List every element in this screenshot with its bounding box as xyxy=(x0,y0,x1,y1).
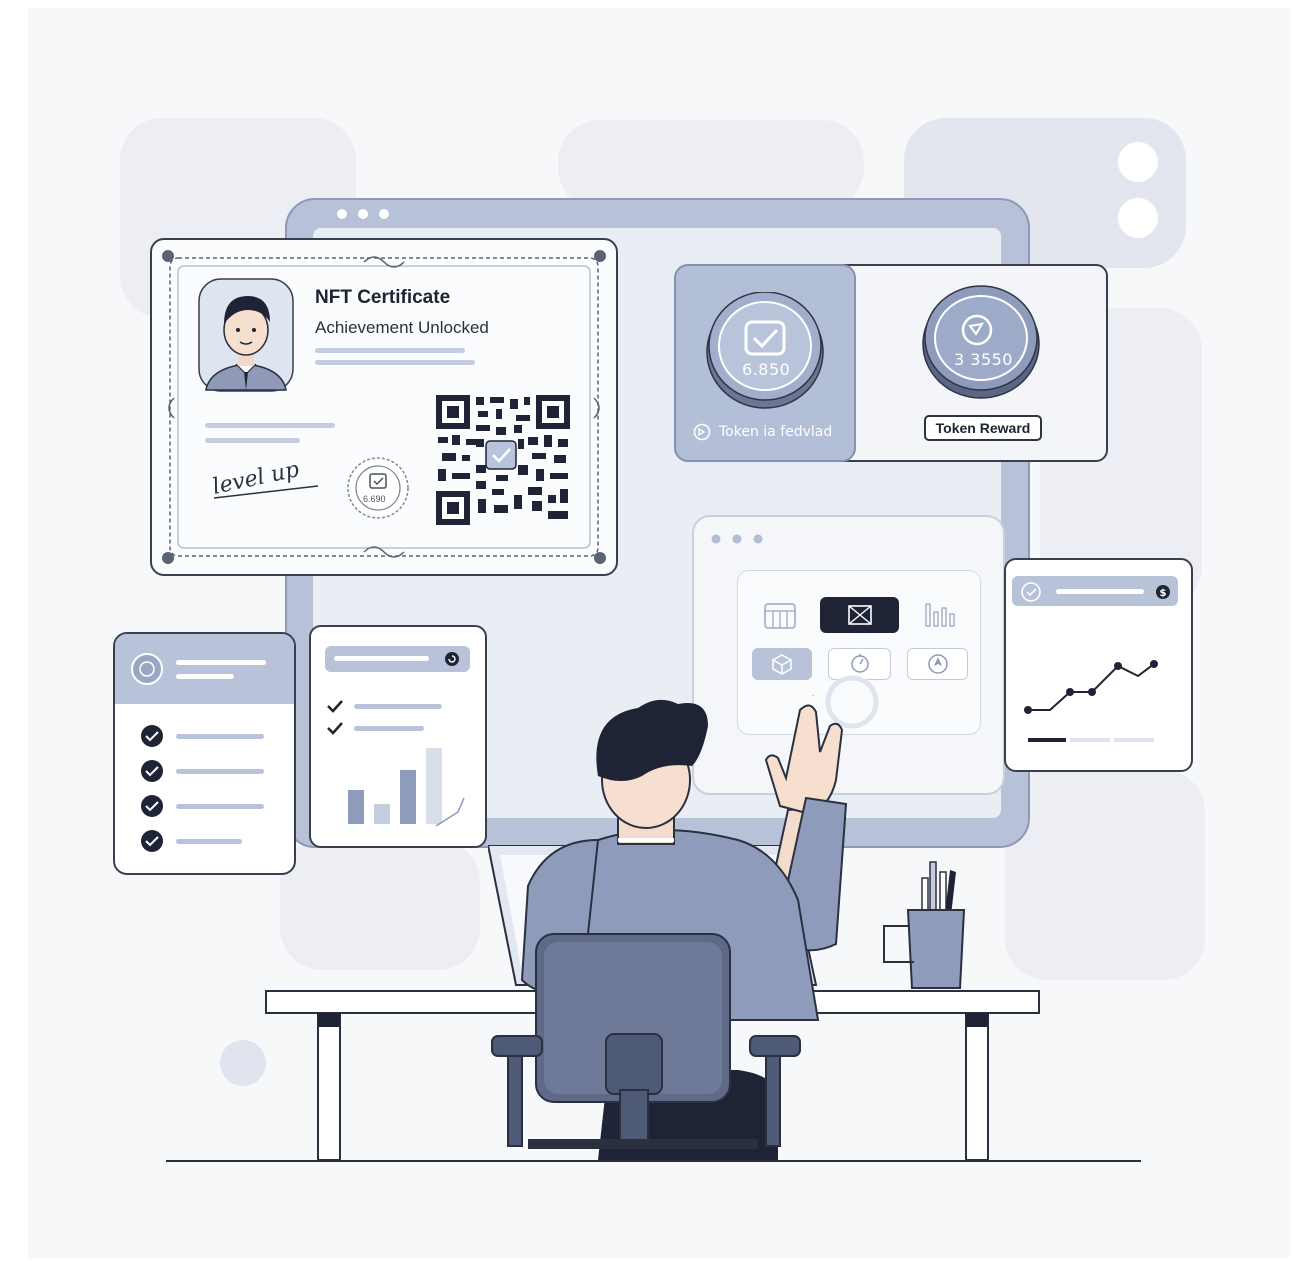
background-tile xyxy=(558,120,864,210)
office-chair xyxy=(488,930,804,1162)
compass-icon xyxy=(926,652,950,676)
certificate-subtitle: Achievement Unlocked xyxy=(315,318,489,337)
analytics-checklist xyxy=(326,698,456,742)
badge-icon xyxy=(130,652,164,686)
coin-primary-value: 6.850 xyxy=(742,360,791,379)
coin-icon xyxy=(920,282,1042,402)
seal-icon xyxy=(346,456,410,520)
seal-value: 6.690 xyxy=(363,494,386,504)
check-circle-icon xyxy=(1020,581,1042,603)
desk-leg xyxy=(965,1013,989,1161)
text-placeholder-line xyxy=(205,423,335,428)
avatar xyxy=(198,278,294,392)
cube-icon xyxy=(770,652,794,676)
text-placeholder-line xyxy=(315,360,475,365)
window-dots xyxy=(336,208,396,220)
image-icon xyxy=(846,603,874,627)
calendar-icon[interactable] xyxy=(762,600,798,630)
svg-text:$: $ xyxy=(1160,588,1167,599)
text-placeholder-line xyxy=(205,438,300,443)
text-placeholder-line xyxy=(176,660,266,665)
dollar-icon[interactable]: $ xyxy=(1155,584,1171,600)
checklist-items xyxy=(140,724,280,860)
decor-circle xyxy=(220,1040,266,1086)
refresh-icon[interactable] xyxy=(444,651,460,667)
check-circle-icon xyxy=(141,725,163,852)
decor-circle xyxy=(1118,142,1158,182)
background-tile xyxy=(1005,770,1205,980)
coin-primary-caption: Token ia fedvlad xyxy=(719,424,833,440)
signature-underline xyxy=(212,482,322,502)
background-tile xyxy=(280,840,480,970)
window-dots xyxy=(710,533,770,545)
checkmark-icon xyxy=(327,722,343,735)
text-placeholder-line xyxy=(315,348,465,353)
coin-secondary-value: 3 3550 xyxy=(954,350,1013,369)
decor-circle xyxy=(1118,198,1158,238)
bar-chart-icon xyxy=(340,740,470,830)
text-placeholder-line xyxy=(176,674,234,679)
token-status-icon xyxy=(693,423,711,441)
certificate-title: NFT Certificate xyxy=(315,287,451,308)
qr-code-icon[interactable] xyxy=(436,395,570,525)
line-chart xyxy=(1020,650,1170,750)
desk-leg xyxy=(317,1013,341,1161)
bar-chart-icon[interactable] xyxy=(922,598,958,628)
checkmark-icon xyxy=(327,700,343,713)
token-reward-badge[interactable]: Token Reward xyxy=(924,415,1042,441)
text-placeholder-line xyxy=(334,656,429,661)
text-placeholder-line xyxy=(1056,589,1144,594)
pen-cup xyxy=(878,858,974,992)
coin-icon xyxy=(704,292,826,412)
